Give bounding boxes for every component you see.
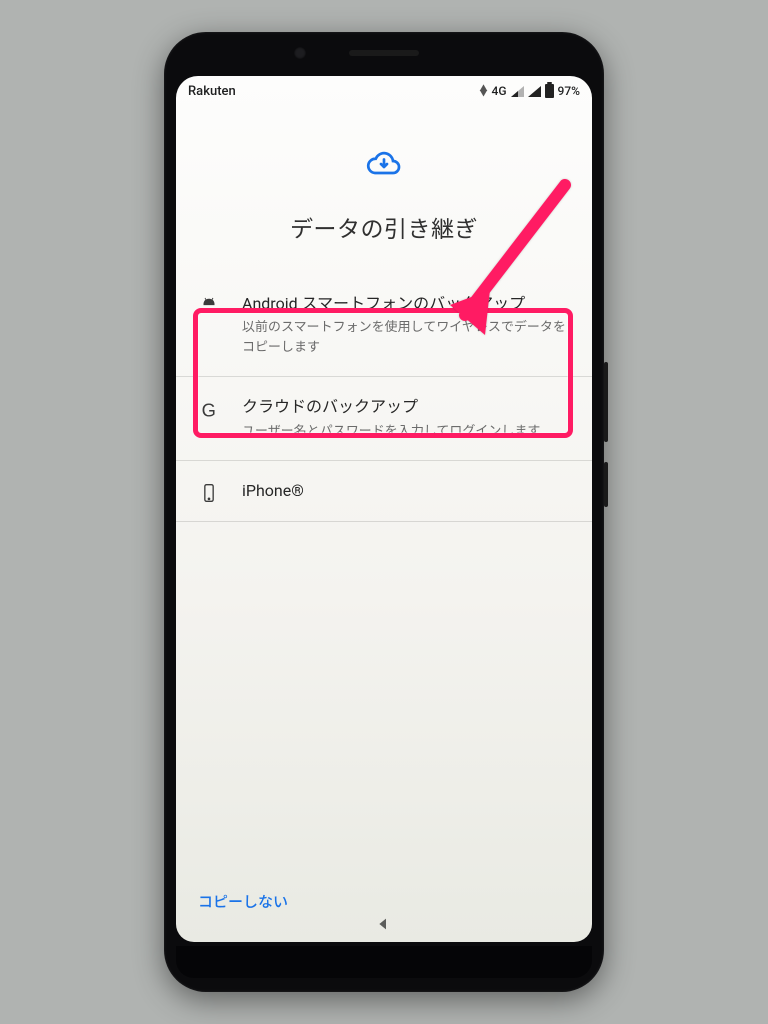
option-title: iPhone® <box>242 479 572 502</box>
cloud-download-icon <box>366 146 402 182</box>
battery-percent: 97% <box>558 84 580 98</box>
option-iphone[interactable]: iPhone® <box>176 461 592 522</box>
volume-button <box>604 362 608 442</box>
status-bar: Rakuten ▲▼ 4G 97% <box>176 76 592 106</box>
signal-icon-1 <box>511 86 524 97</box>
battery-icon <box>545 84 554 98</box>
carrier-label: Rakuten <box>188 84 236 99</box>
network-label: 4G <box>492 84 507 98</box>
data-arrows-icon: ▲▼ <box>480 86 488 96</box>
phone-chin <box>176 946 592 978</box>
front-camera <box>294 47 306 59</box>
power-button <box>604 462 608 507</box>
footer: コピーしない <box>176 873 592 942</box>
skip-button[interactable]: コピーしない <box>198 893 288 911</box>
signal-icon-2 <box>528 86 541 97</box>
earpiece <box>349 50 419 56</box>
iphone-icon <box>196 483 222 503</box>
annotation-arrow-icon <box>430 170 590 364</box>
status-right: ▲▼ 4G 97% <box>480 84 580 98</box>
